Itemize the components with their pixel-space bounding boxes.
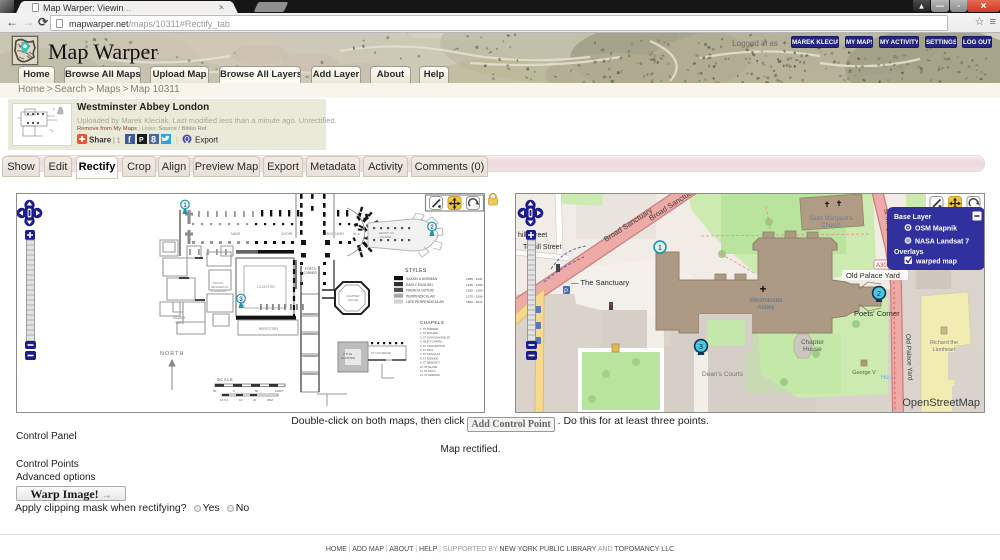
svg-text:George V: George V [852, 370, 876, 376]
svg-text:12. ST EDWARD: 12. ST EDWARD [420, 373, 440, 377]
svg-text:30M: 30M [267, 398, 273, 402]
svg-text:OpenStreetMap: OpenStreetMap [902, 397, 980, 409]
svg-text:NAVE: NAVE [231, 232, 241, 236]
svg-text:1500 - 1512: 1500 - 1512 [466, 300, 483, 304]
svg-text:CLOISTER: CLOISTER [257, 285, 275, 289]
svg-text:Base Layer: Base Layer [894, 214, 932, 221]
svg-text:Ho...: Ho... [881, 375, 894, 381]
svg-text:1260 - 1269: 1260 - 1269 [466, 289, 483, 293]
svg-text:2. ST MICHAEL: 2. ST MICHAEL [420, 331, 439, 335]
svg-text:ST E: ST E [353, 232, 360, 236]
svg-text:|: | [176, 138, 178, 145]
svg-text:| 1: | 1 [113, 138, 121, 145]
svg-text:ST KATHERINE: ST KATHERINE [371, 351, 391, 355]
svg-text:Richard the: Richard the [930, 340, 958, 346]
svg-text:warped map: warped map [915, 259, 957, 266]
svg-text:DEAN'S: DEAN'S [173, 316, 186, 320]
svg-text:Church: Church [821, 223, 840, 229]
svg-text:CHAPELS: CHAPELS [420, 320, 444, 325]
svg-text:1. ST ANDREW: 1. ST ANDREW [420, 327, 439, 331]
svg-text:LATE PERPENDICULAR: LATE PERPENDICULAR [406, 300, 445, 304]
svg-text:Poets' Corner: Poets' Corner [854, 309, 900, 318]
svg-text:P: P [564, 289, 568, 295]
svg-text:FRENCH GOTHIC: FRENCH GOTHIC [406, 289, 435, 293]
svg-text:1: 1 [658, 245, 662, 252]
svg-text:+: + [759, 282, 766, 296]
svg-text:3: 3 [699, 344, 703, 351]
svg-text:OSM Mapnik: OSM Mapnik [915, 226, 957, 233]
svg-text:7. ST NICHOLAS: 7. ST NICHOLAS [420, 352, 440, 356]
svg-text:SAXON & NORMAN: SAXON & NORMAN [406, 277, 438, 281]
svg-text:CHAPEL: CHAPEL [380, 235, 392, 239]
svg-text:100FT: 100FT [275, 389, 284, 393]
svg-text:10: 10 [239, 398, 243, 402]
svg-text:Overlays: Overlays [894, 249, 924, 256]
svg-text:✝: ✝ [836, 199, 842, 208]
svg-text:2: 2 [877, 291, 881, 298]
svg-text:3. ST JOHN EVANGELIST: 3. ST JOHN EVANGELIST [420, 335, 451, 339]
svg-text:20: 20 [253, 398, 257, 402]
svg-text:Abbey: Abbey [757, 305, 774, 311]
svg-text:10 5 0: 10 5 0 [220, 398, 229, 402]
svg-text:50: 50 [213, 389, 217, 393]
svg-text:1375 - 1506: 1375 - 1506 [466, 294, 483, 298]
svg-text:6. ST PAUL: 6. ST PAUL [420, 348, 434, 352]
svg-text:NORTH: NORTH [160, 351, 184, 357]
svg-text:HOUSE: HOUSE [348, 298, 358, 302]
svg-text:House: House [803, 346, 822, 353]
svg-text:Dean's Courts: Dean's Courts [702, 371, 744, 378]
svg-text:STYLES: STYLES [405, 268, 427, 274]
svg-text:✝: ✝ [824, 200, 830, 209]
svg-text:NASA Landsat 7: NASA Landsat 7 [915, 239, 969, 246]
svg-text:Westminster: Westminster [749, 298, 782, 304]
svg-text:Export: Export [195, 136, 219, 145]
svg-text:SCALE: SCALE [217, 377, 233, 382]
svg-text:8: 8 [151, 135, 156, 145]
svg-text:1055 - 1130: 1055 - 1130 [466, 277, 483, 281]
svg-text:10. ST BLAIZE: 10. ST BLAIZE [420, 365, 438, 369]
svg-text:50: 50 [255, 389, 259, 393]
svg-text:Old Palace Yard: Old Palace Yard [846, 271, 900, 280]
svg-text:CLOISTER: CLOISTER [341, 356, 355, 360]
svg-text:1245 - 1269: 1245 - 1269 [466, 283, 483, 287]
svg-text:4. ISLIP'S CHAPEL: 4. ISLIP'S CHAPEL [420, 340, 443, 344]
svg-text:PERPENDICULAR: PERPENDICULAR [406, 294, 435, 298]
svg-text:9. ST BENEDICT: 9. ST BENEDICT [420, 361, 440, 365]
svg-text:REFECTORY: REFECTORY [259, 327, 279, 331]
svg-text:& GARDEN: & GARDEN [211, 289, 227, 293]
svg-text:5. ST JOHN BAPTIST: 5. ST JOHN BAPTIST [420, 344, 446, 348]
svg-text:Share: Share [89, 136, 112, 145]
svg-text:Lionheart: Lionheart [933, 347, 956, 353]
svg-text:Chapter: Chapter [801, 339, 825, 346]
svg-text:11. ST FAITH: 11. ST FAITH [420, 369, 436, 373]
svg-text:EARLY ENGLISH: EARLY ENGLISH [406, 283, 433, 287]
svg-text:Saint Margaret's: Saint Margaret's [809, 216, 853, 222]
svg-text:CORNER: CORNER [303, 271, 318, 275]
svg-text:8. ST EDMUND: 8. ST EDMUND [420, 356, 438, 360]
svg-text:YARD: YARD [175, 321, 185, 325]
svg-text:— The Sanctuary: — The Sanctuary [571, 278, 629, 287]
svg-text:CHOIR: CHOIR [281, 232, 293, 236]
svg-text:P: P [139, 137, 144, 144]
